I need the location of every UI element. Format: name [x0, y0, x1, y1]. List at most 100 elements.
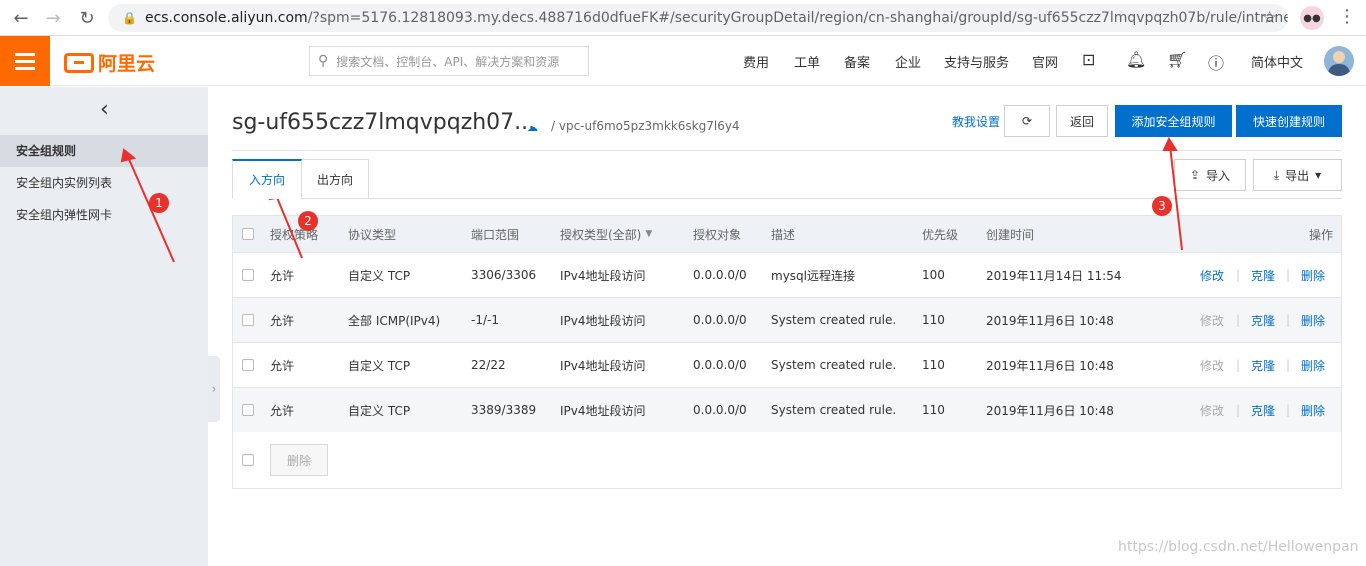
- row-target: 0.0.0.0/0: [693, 358, 747, 372]
- help-setup-link[interactable]: 教我设置: [952, 113, 1000, 130]
- tab-outbound[interactable]: 出方向: [301, 159, 369, 199]
- col-protocol: 协议类型: [348, 227, 397, 242]
- browser-toolbar: ← → ↻ 🔒 ecs.console.aliyun.com /?spm=517…: [0, 0, 1366, 36]
- search-input[interactable]: ⚲ 搜索文档、控制台、API、解决方案和资源: [309, 46, 589, 76]
- clone-link[interactable]: 克隆: [1251, 253, 1275, 297]
- browser-menu-icon[interactable]: ⋮: [1338, 6, 1356, 27]
- row-checkbox[interactable]: [242, 298, 254, 342]
- logo-text: 阿里云: [98, 53, 156, 75]
- row-auth-type: IPv4地址段访问: [560, 268, 646, 283]
- back-button[interactable]: 返回: [1056, 105, 1108, 137]
- table-row: 允许 全部 ICMP(IPv4) -1/-1 IPv4地址段访问 0.0.0.0/0 Sy…: [233, 297, 1341, 342]
- select-all-checkbox[interactable]: [242, 216, 254, 252]
- terminal-icon[interactable]: ⊡: [1082, 50, 1095, 69]
- bell-icon[interactable]: 🔔︎: [1126, 50, 1146, 69]
- edit-link[interactable]: 修改: [1200, 388, 1224, 432]
- edit-link[interactable]: 修改: [1200, 253, 1224, 297]
- bulk-select-checkbox[interactable]: [242, 444, 254, 476]
- row-ports: -1/-1: [471, 313, 499, 327]
- import-button[interactable]: ⇪ 导入: [1174, 159, 1246, 191]
- browser-profile-icon[interactable]: ●●: [1300, 6, 1324, 30]
- row-checkbox[interactable]: [242, 388, 254, 432]
- tab-inbound[interactable]: 入方向: [232, 159, 302, 199]
- row-ports: 3306/3306: [471, 268, 537, 282]
- col-auth-type-filter[interactable]: 授权类型(全部) ▼: [560, 216, 652, 252]
- sidebar-item-rules[interactable]: 安全组规则: [0, 135, 208, 167]
- sidebar-collapse-handle[interactable]: ›: [208, 356, 220, 422]
- action-separator: |: [1286, 403, 1291, 417]
- menu-fees[interactable]: 费用: [743, 36, 769, 86]
- col-created: 创建时间: [986, 227, 1035, 242]
- col-actions: 操作: [1309, 227, 1334, 242]
- row-target: 0.0.0.0/0: [693, 313, 747, 327]
- row-desc: System created rule.: [771, 358, 897, 372]
- search-icon: ⚲: [318, 53, 329, 69]
- delete-link[interactable]: 删除: [1301, 298, 1325, 342]
- row-priority: 110: [922, 358, 945, 372]
- edit-link[interactable]: 修改: [1200, 343, 1224, 387]
- export-button[interactable]: ⤓ 导出 ▾: [1253, 159, 1342, 191]
- row-priority: 110: [922, 403, 945, 417]
- row-priority: 110: [922, 313, 945, 327]
- language-switch[interactable]: 简体中文: [1251, 36, 1303, 86]
- menu-enterprise[interactable]: 企业: [895, 36, 921, 86]
- bulk-delete-button[interactable]: 删除: [270, 444, 328, 476]
- upload-icon: ⇪: [1189, 168, 1201, 182]
- back-arrow-icon[interactable]: ←: [6, 3, 36, 33]
- url-path: /?spm=5176.12818093.my.decs.488716d0dfue…: [307, 10, 1288, 26]
- table-row: 允许 自定义 TCP 22/22 IPv4地址段访问 0.0.0.0/0 System c…: [233, 342, 1341, 387]
- address-bar[interactable]: 🔒 ecs.console.aliyun.com /?spm=5176.1281…: [108, 4, 1288, 32]
- menu-website[interactable]: 官网: [1032, 36, 1058, 86]
- delete-link[interactable]: 删除: [1301, 343, 1325, 387]
- annotation-badge-3: 3: [1152, 196, 1172, 216]
- rules-table: 授权策略 协议类型 端口范围 授权类型(全部) ▼ 授权对象 描述 优先级 创建时…: [232, 215, 1342, 489]
- row-checkbox[interactable]: [242, 253, 254, 297]
- title-divider: [232, 150, 1342, 151]
- edit-link[interactable]: 修改: [1200, 298, 1224, 342]
- row-protocol: 自定义 TCP: [348, 358, 411, 373]
- row-policy: 允许: [270, 268, 295, 283]
- clone-link[interactable]: 克隆: [1251, 298, 1275, 342]
- bookmark-star-icon[interactable]: ☆: [1262, 8, 1277, 28]
- row-created: 2019年11月14日 11:54: [986, 268, 1122, 283]
- menu-tickets[interactable]: 工单: [794, 36, 820, 86]
- action-separator: |: [1286, 268, 1291, 282]
- user-avatar[interactable]: [1324, 46, 1354, 76]
- action-separator: |: [1236, 358, 1241, 372]
- cart-icon[interactable]: 🛒︎: [1167, 50, 1187, 69]
- url-domain: ecs.console.aliyun.com: [144, 10, 308, 26]
- table-row: 允许 自定义 TCP 3306/3306 IPv4地址段访问 0.0.0.0/0 mysq…: [233, 252, 1341, 297]
- clone-link[interactable]: 克隆: [1251, 388, 1275, 432]
- quick-create-button[interactable]: 快速创建规则: [1236, 105, 1342, 137]
- help-icon[interactable]: ⓘ: [1208, 50, 1224, 74]
- aliyun-logo[interactable]: 阿里云: [64, 49, 155, 76]
- menu-icp[interactable]: 备案: [844, 36, 870, 86]
- delete-link[interactable]: 删除: [1301, 253, 1325, 297]
- sidebar-item-eni[interactable]: 安全组内弹性网卡: [0, 199, 208, 231]
- action-separator: |: [1236, 403, 1241, 417]
- add-rule-button[interactable]: 添加安全组规则: [1115, 105, 1232, 137]
- lock-icon: 🔒: [122, 11, 137, 25]
- sidebar-item-instances[interactable]: 安全组内实例列表: [0, 167, 208, 199]
- row-checkbox[interactable]: [242, 343, 254, 387]
- row-policy: 允许: [270, 403, 295, 418]
- row-created: 2019年11月6日 10:48: [986, 358, 1114, 373]
- clone-link[interactable]: 克隆: [1251, 343, 1275, 387]
- menu-support[interactable]: 支持与服务: [944, 36, 1009, 86]
- annotation-badge-2: 2: [298, 211, 318, 231]
- caret-down-icon: ▼: [645, 229, 653, 239]
- hamburger-menu-icon[interactable]: [0, 36, 50, 86]
- row-ports: 22/22: [471, 358, 506, 372]
- delete-link[interactable]: 删除: [1301, 388, 1325, 432]
- action-separator: |: [1286, 358, 1291, 372]
- row-target: 0.0.0.0/0: [693, 403, 747, 417]
- vpc-link[interactable]: / vpc-uf6mo5pz3mkk6skg7l6y4: [551, 119, 740, 133]
- refresh-button[interactable]: ⟳: [1004, 105, 1050, 137]
- forward-arrow-icon[interactable]: →: [38, 3, 68, 33]
- chevron-left-icon[interactable]: ‹: [100, 97, 109, 122]
- row-policy: 允许: [270, 358, 295, 373]
- row-policy: 允许: [270, 313, 295, 328]
- row-desc: mysql远程连接: [771, 268, 855, 283]
- reload-icon[interactable]: ↻: [72, 3, 102, 33]
- console-topbar: 阿里云 ⚲ 搜索文档、控制台、API、解决方案和资源 费用 工单 备案 企业 支…: [0, 36, 1366, 86]
